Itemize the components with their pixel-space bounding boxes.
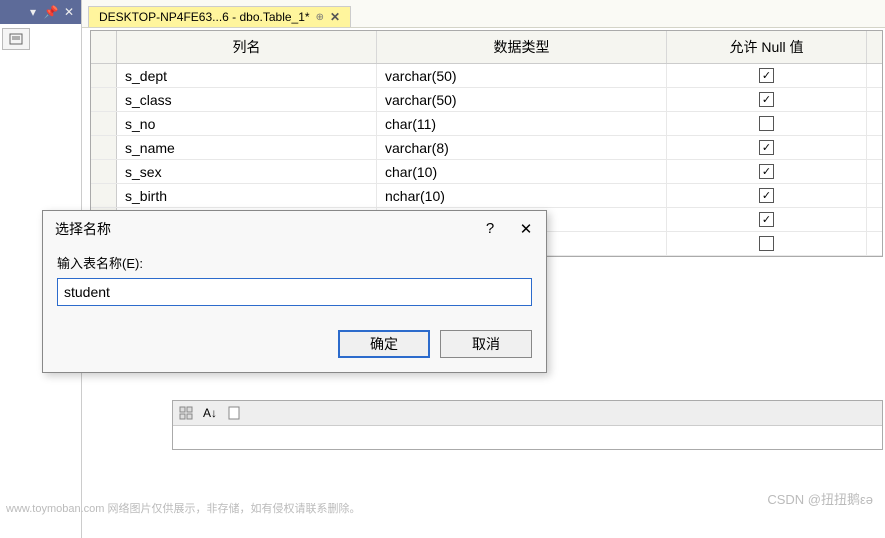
properties-toolbar: A↓ bbox=[173, 401, 882, 426]
sidebar-header: ▾ 📌 ✕ bbox=[0, 0, 81, 24]
close-icon[interactable]: ✕ bbox=[61, 4, 77, 20]
choose-name-dialog: 选择名称 ? ✕ 输入表名称(E): 确定 取消 bbox=[42, 210, 547, 373]
ok-button[interactable]: 确定 bbox=[338, 330, 430, 358]
pin-icon[interactable]: 📌 bbox=[43, 4, 59, 20]
data-type-cell[interactable]: char(11) bbox=[377, 112, 667, 135]
data-type-cell[interactable]: nchar(10) bbox=[377, 184, 667, 207]
allow-null-cell[interactable] bbox=[667, 112, 867, 135]
dialog-title-buttons: ? ✕ bbox=[482, 220, 534, 238]
property-page-icon[interactable] bbox=[223, 403, 245, 423]
table-row[interactable]: s_birthnchar(10) ✓ bbox=[91, 184, 882, 208]
dialog-titlebar: 选择名称 ? ✕ bbox=[43, 211, 546, 247]
watermark-right: CSDN @扭扭鹅εə bbox=[767, 489, 873, 508]
tab-bar: DESKTOP-NP4FE63...6 - dbo.Table_1* ⊕ ✕ bbox=[82, 0, 885, 28]
document-icon bbox=[9, 33, 23, 45]
column-name-cell[interactable]: s_name bbox=[117, 136, 377, 159]
allow-null-checkbox[interactable]: ✓ bbox=[759, 140, 774, 155]
table-row[interactable]: s_classvarchar(50) ✓ bbox=[91, 88, 882, 112]
dialog-button-row: 确定 取消 bbox=[43, 322, 546, 372]
allow-null-checkbox[interactable]: ✓ bbox=[759, 68, 774, 83]
allow-null-cell[interactable]: ✓ bbox=[667, 64, 867, 87]
cancel-button[interactable]: 取消 bbox=[440, 330, 532, 358]
table-row[interactable]: s_sexchar(10) ✓ bbox=[91, 160, 882, 184]
allow-null-cell[interactable]: ✓ bbox=[667, 136, 867, 159]
data-type-cell[interactable]: varchar(8) bbox=[377, 136, 667, 159]
header-allow-null: 允许 Null 值 bbox=[667, 31, 867, 63]
document-tab[interactable]: DESKTOP-NP4FE63...6 - dbo.Table_1* ⊕ ✕ bbox=[88, 6, 351, 27]
table-row[interactable]: s_nochar(11) bbox=[91, 112, 882, 136]
column-name-cell[interactable]: s_birth bbox=[117, 184, 377, 207]
allow-null-checkbox[interactable]: ✓ bbox=[759, 164, 774, 179]
column-name-cell[interactable]: s_dept bbox=[117, 64, 377, 87]
table-name-input[interactable] bbox=[57, 278, 532, 306]
allow-null-cell[interactable]: ✓ bbox=[667, 160, 867, 183]
table-row[interactable]: s_deptvarchar(50) ✓ bbox=[91, 64, 882, 88]
column-name-cell[interactable]: s_sex bbox=[117, 160, 377, 183]
row-selector[interactable] bbox=[91, 112, 117, 135]
tab-title: DESKTOP-NP4FE63...6 - dbo.Table_1* bbox=[99, 10, 310, 24]
row-selector[interactable] bbox=[91, 160, 117, 183]
sidebar-toolbar bbox=[0, 24, 81, 54]
table-header-row: 列名 数据类型 允许 Null 值 bbox=[91, 31, 882, 64]
data-type-cell[interactable]: varchar(50) bbox=[377, 88, 667, 111]
allow-null-cell[interactable]: ✓ bbox=[667, 88, 867, 111]
alphabetical-icon[interactable]: A↓ bbox=[199, 403, 221, 423]
column-name-cell[interactable]: s_no bbox=[117, 112, 377, 135]
allow-null-checkbox[interactable] bbox=[759, 236, 774, 251]
allow-null-checkbox[interactable]: ✓ bbox=[759, 188, 774, 203]
tab-close-icon[interactable]: ✕ bbox=[330, 10, 340, 24]
dialog-body: 输入表名称(E): bbox=[43, 247, 546, 322]
dialog-title: 选择名称 bbox=[55, 219, 111, 239]
header-data-type: 数据类型 bbox=[377, 31, 667, 63]
properties-panel: A↓ bbox=[172, 400, 883, 450]
column-name-cell[interactable]: s_class bbox=[117, 88, 377, 111]
data-type-cell[interactable]: char(10) bbox=[377, 160, 667, 183]
table-row[interactable]: s_namevarchar(8) ✓ bbox=[91, 136, 882, 160]
sidebar-tool-button[interactable] bbox=[2, 28, 30, 50]
tab-pin-icon[interactable]: ⊕ bbox=[316, 12, 324, 23]
dialog-close-icon[interactable]: ✕ bbox=[518, 220, 534, 238]
table-name-label: 输入表名称(E): bbox=[57, 253, 532, 272]
allow-null-cell[interactable]: ✓ bbox=[667, 208, 867, 231]
row-selector[interactable] bbox=[91, 136, 117, 159]
row-selector[interactable] bbox=[91, 64, 117, 87]
allow-null-checkbox[interactable]: ✓ bbox=[759, 92, 774, 107]
allow-null-cell[interactable]: ✓ bbox=[667, 184, 867, 207]
allow-null-checkbox[interactable] bbox=[759, 116, 774, 131]
allow-null-checkbox[interactable]: ✓ bbox=[759, 212, 774, 227]
data-type-cell[interactable]: varchar(50) bbox=[377, 64, 667, 87]
dropdown-icon[interactable]: ▾ bbox=[25, 4, 41, 20]
categorized-icon[interactable] bbox=[175, 403, 197, 423]
row-selector[interactable] bbox=[91, 88, 117, 111]
header-column-name: 列名 bbox=[117, 31, 377, 63]
help-icon[interactable]: ? bbox=[482, 220, 498, 238]
allow-null-cell[interactable] bbox=[667, 232, 867, 255]
header-selector bbox=[91, 31, 117, 63]
row-selector[interactable] bbox=[91, 184, 117, 207]
watermark-left: www.toymoban.com 网络图片仅供展示，非存储，如有侵权请联系删除。 bbox=[6, 500, 360, 516]
